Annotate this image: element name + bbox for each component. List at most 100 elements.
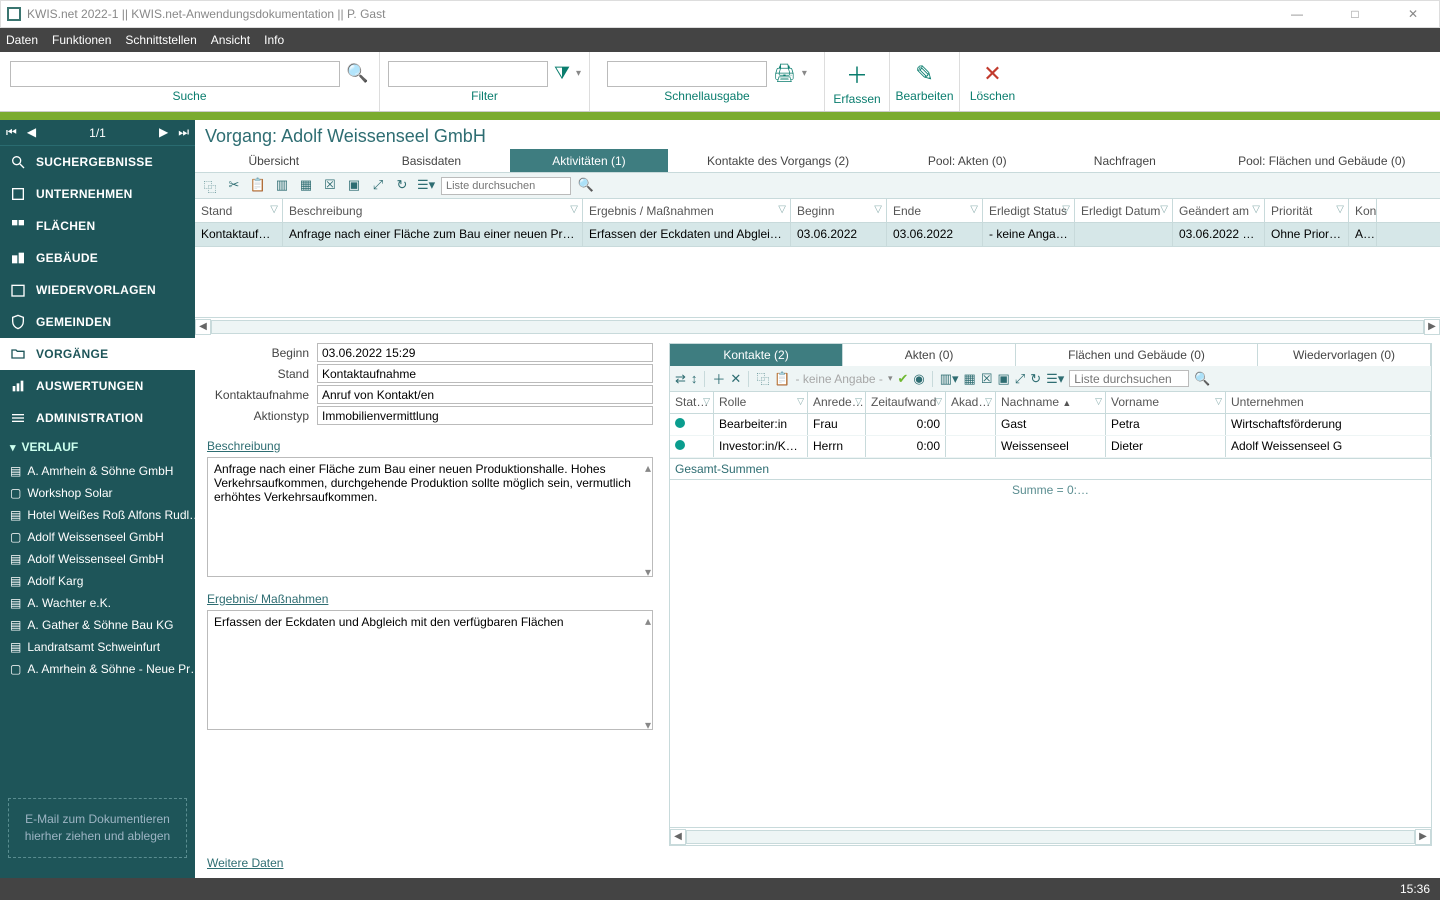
export-excel-icon[interactable]: ☒ <box>321 177 339 195</box>
window-minimize-button[interactable]: — <box>1277 7 1317 21</box>
list-icon[interactable]: ☰▾ <box>1046 371 1064 387</box>
cut-icon[interactable]: ✂ <box>225 177 243 195</box>
email-dropzone[interactable]: E-Mail zum Dokumentieren hierher ziehen … <box>8 798 187 858</box>
filter-icon[interactable]: ▽ <box>1160 204 1168 215</box>
col-ergebnis[interactable]: Ergebnis / Maßnahmen▽ <box>583 199 791 222</box>
col-erledigt-status[interactable]: Erledigt Status▽ <box>983 199 1075 222</box>
subtab-flaechen[interactable]: Flächen und Gebäude (0) <box>1016 344 1258 366</box>
scroll-left-icon[interactable]: ◀ <box>670 829 686 845</box>
kontakte-hscrollbar[interactable]: ◀ ▶ <box>670 827 1431 845</box>
paste-icon[interactable]: 📋 <box>774 371 790 387</box>
menu-schnittstellen[interactable]: Schnittstellen <box>125 33 196 47</box>
filter-icon[interactable]: ▽ <box>1336 204 1344 215</box>
pager-next-icon[interactable]: ▶ <box>159 125 168 140</box>
verlauf-item[interactable]: ▢ A. Amrhein & Söhne - Neue Pr… <box>0 658 195 680</box>
filter-icon[interactable]: ▽ <box>1252 204 1260 215</box>
verlauf-item[interactable]: ▤ A. Wachter e.K. <box>0 592 195 614</box>
search-input[interactable] <box>10 61 340 87</box>
verlauf-item[interactable]: ▤ Adolf Karg <box>0 570 195 592</box>
link-icon[interactable]: ⇄ <box>675 371 686 387</box>
subtab-akten[interactable]: Akten (0) <box>843 344 1016 366</box>
kcol-rolle[interactable]: Rolle▽ <box>714 392 808 413</box>
subtab-wiedervorlagen[interactable]: Wiedervorlagen (0) <box>1258 344 1431 366</box>
search-icon[interactable]: 🔍 <box>346 63 368 84</box>
beschreibung-textarea[interactable]: Anfrage nach einer Fläche zum Bau einer … <box>207 457 653 577</box>
table-icon[interactable]: ▣ <box>997 371 1009 387</box>
search-icon[interactable]: 🔍 <box>1194 371 1210 387</box>
list-icon[interactable]: ☰▾ <box>417 177 435 195</box>
col-beschreibung[interactable]: Beschreibung▽ <box>283 199 583 222</box>
nav-gemeinden[interactable]: GEMEINDEN <box>0 306 195 338</box>
verlauf-item[interactable]: ▢ Adolf Weissenseel GmbH <box>0 526 195 548</box>
copy-icon[interactable]: ⿻ <box>201 177 219 195</box>
grid-hscrollbar[interactable]: ◀ ▶ <box>195 317 1440 335</box>
nav-administration[interactable]: ADMINISTRATION <box>0 402 195 434</box>
kontaktaufnahme-field[interactable] <box>317 385 653 404</box>
kontakte-search-input[interactable] <box>1069 370 1189 387</box>
pager-last-icon[interactable]: ⏭ <box>178 125 189 140</box>
tab-pool-flaechen[interactable]: Pool: Flächen und Gebäude (0) <box>1204 149 1440 172</box>
nav-suchergebnisse[interactable]: SUCHERGEBNISSE <box>0 146 195 178</box>
refresh-icon[interactable]: ↻ <box>393 177 411 195</box>
sort-icon[interactable]: ↕ <box>691 371 698 386</box>
kcol-anrede[interactable]: Anrede…▽ <box>808 392 866 413</box>
kcol-akad[interactable]: Akad…▽ <box>946 392 996 413</box>
window-close-button[interactable]: ✕ <box>1393 7 1433 21</box>
tab-basisdaten[interactable]: Basisdaten <box>353 149 511 172</box>
add-icon[interactable]: ＋ <box>712 369 725 388</box>
nav-unternehmen[interactable]: UNTERNEHMEN <box>0 178 195 210</box>
subtab-kontakte[interactable]: Kontakte (2) <box>670 344 843 366</box>
tab-pool-akten[interactable]: Pool: Akten (0) <box>888 149 1046 172</box>
stand-field[interactable] <box>317 364 653 383</box>
col-kontakt[interactable]: Kon <box>1349 199 1377 222</box>
expand-icon[interactable]: ⤢ <box>1015 371 1025 387</box>
copy-icon[interactable]: ⿻ <box>756 369 769 388</box>
filter-input[interactable] <box>388 61 548 87</box>
filter-icon[interactable]: ▽ <box>270 204 278 215</box>
print-dropdown-icon[interactable]: ▾ <box>802 68 807 79</box>
export-excel-icon[interactable]: ☒ <box>981 371 993 387</box>
pager-prev-icon[interactable]: ◀ <box>27 125 36 140</box>
grid-row[interactable]: Kontaktaufnah… Anfrage nach einer Fläche… <box>195 223 1440 247</box>
layout-icon[interactable]: ▣ <box>345 177 363 195</box>
nav-flaechen[interactable]: FLÄCHEN <box>0 210 195 242</box>
filter-icon[interactable]: ▽ <box>970 204 978 215</box>
aktionstyp-field[interactable] <box>317 406 653 425</box>
window-maximize-button[interactable]: □ <box>1335 7 1375 21</box>
verlauf-item[interactable]: ▤ A. Amrhein & Söhne GmbH <box>0 460 195 482</box>
ergebnis-textarea[interactable]: Erfassen der Eckdaten und Abgleich mit d… <box>207 610 653 730</box>
scroll-right-icon[interactable]: ▶ <box>1424 319 1440 335</box>
globe-icon[interactable]: ◉ <box>913 371 924 387</box>
nav-gebaeude[interactable]: GEBÄUDE <box>0 242 195 274</box>
verlauf-item[interactable]: ▤ A. Gather & Söhne Bau KG <box>0 614 195 636</box>
col-erledigt-datum[interactable]: Erledigt Datum▽ <box>1075 199 1173 222</box>
layout-icon[interactable]: ▦ <box>964 371 976 387</box>
grid-search-input[interactable] <box>441 177 571 195</box>
col-beginn[interactable]: Beginn▽ <box>791 199 887 222</box>
beginn-field[interactable] <box>317 343 653 362</box>
filter-icon[interactable]: ▽ <box>874 204 882 215</box>
verlauf-item[interactable]: ▤ Hotel Weißes Roß Alfons Rudl… <box>0 504 195 526</box>
kcol-vorname[interactable]: Vorname▽ <box>1106 392 1226 413</box>
funnel-icon[interactable]: ⧩ <box>554 63 570 84</box>
sort-icon[interactable]: ▦ <box>297 177 315 195</box>
nav-wiedervorlagen[interactable]: WIEDERVORLAGEN <box>0 274 195 306</box>
kcol-unternehmen[interactable]: Unternehmen <box>1226 392 1431 413</box>
tab-nachfragen[interactable]: Nachfragen <box>1046 149 1204 172</box>
kontakte-row[interactable]: Investor:in/Käuf… Herrn 0:00 Weissenseel… <box>670 436 1431 458</box>
col-ende[interactable]: Ende▽ <box>887 199 983 222</box>
menu-info[interactable]: Info <box>264 33 284 47</box>
nav-auswertungen[interactable]: AUSWERTUNGEN <box>0 370 195 402</box>
tab-kontakte-vorgang[interactable]: Kontakte des Vorgangs (2) <box>668 149 889 172</box>
tab-uebersicht[interactable]: Übersicht <box>195 149 353 172</box>
nav-vorgaenge[interactable]: VORGÄNGE <box>0 338 195 370</box>
loeschen-button[interactable]: ✕ Löschen <box>960 52 1025 111</box>
check-icon[interactable]: ✔ <box>897 371 908 387</box>
filter-dropdown-icon[interactable]: ▾ <box>576 68 581 79</box>
paste-icon[interactable]: 📋 <box>249 177 267 195</box>
kcol-nachname[interactable]: Nachname ▲▽ <box>996 392 1106 413</box>
tab-aktivitaeten[interactable]: Aktivitäten (1) <box>510 149 668 172</box>
erfassen-button[interactable]: ＋ Erfassen <box>825 52 890 111</box>
refresh-icon[interactable]: ↻ <box>1030 371 1041 387</box>
menu-daten[interactable]: Daten <box>6 33 38 47</box>
